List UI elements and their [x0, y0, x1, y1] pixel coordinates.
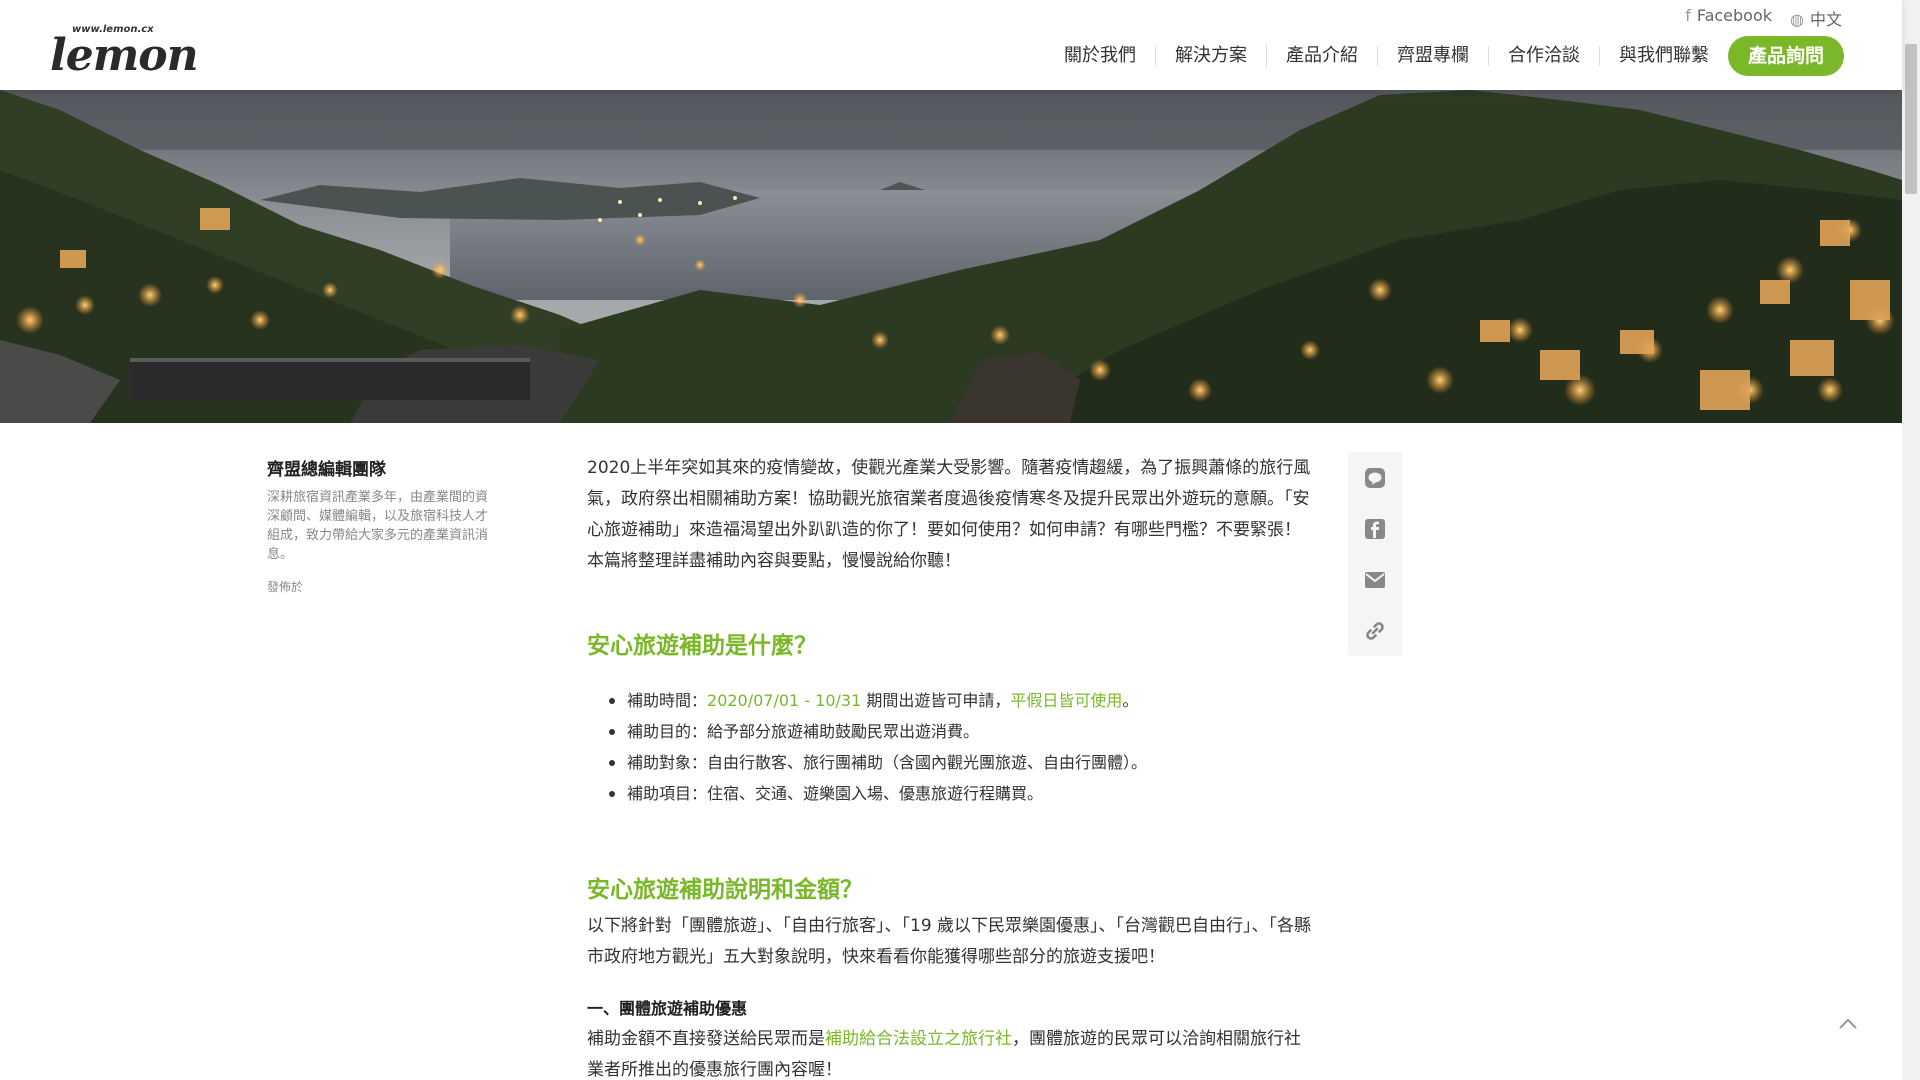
- nav-contact[interactable]: 與我們聯繫: [1600, 46, 1728, 66]
- main-nav: 關於我們 解決方案 產品介紹 齊盟專欄 合作洽談 與我們聯繫 產品詢問: [1045, 36, 1844, 76]
- section-amount-body: 以下將針對「團體旅遊」、「自由行旅客」、「19 歲以下民眾樂園優惠」、「台灣觀巴…: [587, 916, 1312, 967]
- facebook-square-icon[interactable]: [1363, 517, 1387, 541]
- scrollbar-thumb[interactable]: [1905, 44, 1917, 194]
- lemon-logo[interactable]: www.lemon.cx lemon: [50, 20, 210, 80]
- facebook-icon: f: [1685, 6, 1691, 25]
- language-switch[interactable]: ◍ 中文: [1790, 6, 1842, 30]
- nav-about[interactable]: 關於我們: [1045, 46, 1156, 66]
- nav-solutions[interactable]: 解決方案: [1156, 46, 1267, 66]
- envelope-icon[interactable]: [1363, 568, 1387, 592]
- link-icon[interactable]: [1363, 619, 1387, 643]
- nav-column[interactable]: 齊盟專欄: [1378, 46, 1489, 66]
- article-intro: 2020上半年突如其來的疫情變故，使觀光產業大受影響。隨著疫情趨緩，為了振興蕭條…: [587, 458, 1311, 571]
- nav-products[interactable]: 產品介紹: [1267, 46, 1378, 66]
- publish-meta: 發佈於: [267, 580, 304, 594]
- subsidy-bullets: 補助時間：2020/07/01 - 10/31 期間出遊皆可申請，平假日皆可使用…: [607, 685, 1317, 809]
- section-title-what: 安心旅遊補助是什麼？: [587, 633, 817, 659]
- list-item: 補助對象：自由行散客、旅行團補助（含國內觀光團旅遊、自由行團體）。: [607, 747, 1317, 778]
- list-item: 補助目的：給予部分旅遊補助鼓勵民眾出遊消費。: [607, 716, 1317, 747]
- list-item: 補助項目：住宿、交通、遊樂園入場、優惠旅遊行程購買。: [607, 778, 1317, 809]
- weekdays-link[interactable]: 平假日皆可使用: [1010, 691, 1122, 710]
- author-name: 齊盟總編輯團隊: [267, 460, 386, 480]
- nav-partnership[interactable]: 合作洽談: [1489, 46, 1600, 66]
- section-title-amount: 安心旅遊補助說明和金額？: [587, 877, 863, 903]
- line-icon[interactable]: [1363, 466, 1387, 490]
- author-description: 深耕旅宿資訊產業多年，由產業間的資深顧問、媒體編輯，以及旅宿科技人才組成，致力帶…: [267, 490, 489, 562]
- facebook-link[interactable]: f Facebook: [1685, 6, 1772, 30]
- globe-icon: ◍: [1790, 10, 1804, 29]
- share-bar: [1348, 452, 1402, 656]
- logo-wordmark: lemon: [50, 30, 199, 81]
- author-box: 齊盟總編輯團隊 深耕旅宿資訊產業多年，由產業間的資深顧問、媒體編輯，以及旅宿科技…: [267, 455, 497, 595]
- subsection-title-group-tour: 一、團體旅遊補助優惠: [587, 999, 748, 1018]
- list-item: 補助時間：2020/07/01 - 10/31 期間出遊皆可申請，平假日皆可使用…: [607, 685, 1317, 716]
- date-range-text: 2020/07/01 - 10/31: [707, 691, 862, 710]
- site-header: www.lemon.cx lemon f Facebook ◍ 中文 關於我們 解決…: [0, 0, 1902, 90]
- top-links: f Facebook ◍ 中文: [1685, 6, 1842, 30]
- back-to-top-icon[interactable]: [1836, 1012, 1860, 1036]
- article-body: 2020上半年突如其來的疫情變故，使觀光產業大受影響。隨著疫情趨緩，為了振興蕭條…: [587, 453, 1317, 1080]
- page-scrollbar[interactable]: [1902, 0, 1920, 1080]
- travel-agency-link[interactable]: 補助給合法設立之旅行社: [825, 1029, 1012, 1049]
- hero-image: [0, 90, 1902, 423]
- subsection-group-tour-body: 補助金額不直接發送給民眾而是補助給合法設立之旅行社，團體旅遊的民眾可以洽詢相關旅…: [587, 1029, 1301, 1080]
- product-inquiry-button[interactable]: 產品詢問: [1727, 36, 1844, 76]
